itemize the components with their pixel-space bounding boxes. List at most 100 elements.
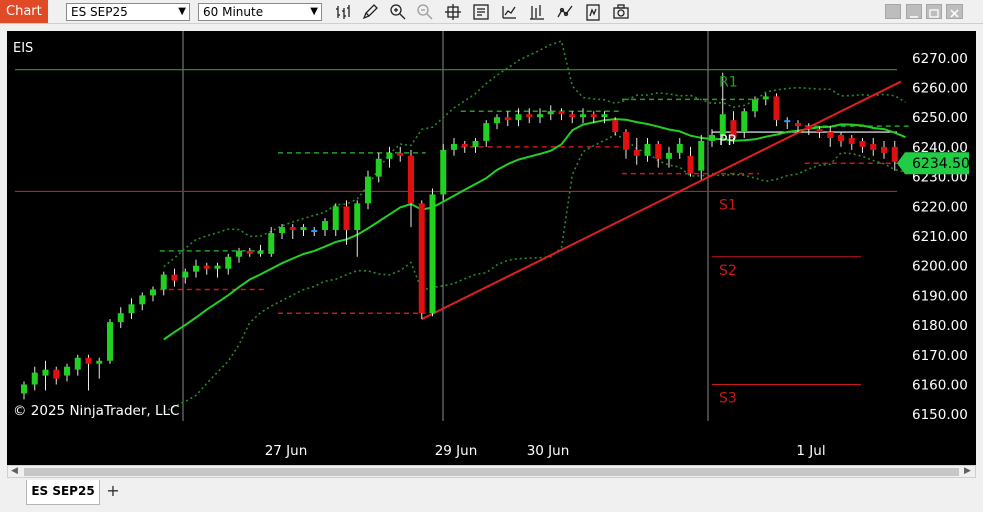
- x-axis-tick-label: 30 Jun: [527, 443, 570, 459]
- candle-body: [171, 274, 178, 281]
- candle-body: [408, 155, 414, 204]
- y-axis-tick-label: 6210.00: [912, 229, 968, 245]
- chart-window: Chart ES SEP25 ▼ 60 Minute ▼ R1 PP S1 S2…: [0, 0, 983, 512]
- candle-body: [590, 114, 597, 118]
- candle-body: [762, 96, 769, 100]
- candle-body: [827, 132, 834, 138]
- zoom-out-icon[interactable]: [415, 2, 435, 22]
- close-button[interactable]: [946, 4, 963, 19]
- candle-body: [203, 265, 210, 269]
- chart-window-label[interactable]: Chart: [0, 0, 48, 23]
- candle-body: [107, 322, 113, 361]
- candle-body: [859, 140, 866, 147]
- candle-body: [558, 111, 565, 115]
- candle-body: [655, 143, 662, 159]
- candle-body: [848, 137, 855, 144]
- chart-trader-icon[interactable]: [555, 2, 575, 22]
- x-axis-tick-label: 29 Jun: [435, 443, 478, 459]
- candle-body: [42, 369, 49, 376]
- bar-type-icon[interactable]: [333, 2, 353, 22]
- candle-body: [386, 152, 393, 159]
- pivot-r1-label: R1: [719, 75, 738, 91]
- interval-selector-value: 60 Minute: [203, 5, 264, 19]
- properties-icon[interactable]: [471, 2, 491, 22]
- chevron-down-icon: ▼: [310, 6, 318, 17]
- candle-body: [160, 274, 167, 290]
- candle-body: [322, 221, 328, 231]
- candle-body: [343, 206, 350, 231]
- candle-body: [279, 227, 285, 234]
- crosshair-icon[interactable]: [443, 2, 463, 22]
- maximize-button[interactable]: [926, 4, 942, 19]
- candle-body: [53, 369, 60, 379]
- chart-toolbar: Chart ES SEP25 ▼ 60 Minute ▼: [0, 0, 983, 24]
- data-box-icon[interactable]: [583, 2, 603, 22]
- scrollbar-thumb[interactable]: [24, 468, 959, 476]
- candle-body: [805, 126, 812, 130]
- candle-body: [784, 120, 791, 123]
- tab-es-sep25[interactable]: ES SEP25: [26, 480, 100, 505]
- x-axis-tick-label: 27 Jun: [265, 443, 308, 459]
- candle-body: [698, 140, 705, 171]
- price-chart[interactable]: R1PPS1S2S36270.006260.006250.006240.0062…: [7, 31, 976, 465]
- window-button-1[interactable]: [885, 4, 901, 19]
- candle-body: [580, 114, 586, 118]
- trend-line: [421, 80, 902, 321]
- candle-body: [881, 146, 887, 153]
- instrument-selector[interactable]: ES SEP25 ▼: [66, 3, 190, 21]
- pivot-s2-label: S2: [719, 263, 737, 279]
- candle-body: [537, 114, 543, 118]
- copyright-label: © 2025 NinjaTrader, LLC: [13, 403, 179, 419]
- horizontal-scrollbar[interactable]: ◀ ▶: [7, 465, 976, 478]
- candle-body: [483, 123, 490, 141]
- candle-body: [687, 155, 694, 174]
- candle-body: [666, 152, 672, 159]
- candle-body: [494, 117, 500, 124]
- candle-body: [128, 304, 135, 314]
- y-axis-tick-label: 6180.00: [912, 318, 968, 334]
- candle-body: [117, 313, 124, 323]
- candle-body: [526, 114, 533, 118]
- candle-body: [150, 289, 156, 296]
- candle-body: [64, 366, 70, 376]
- candle-body: [515, 114, 522, 121]
- upper-band-line: [163, 39, 906, 268]
- zoom-in-icon[interactable]: [388, 2, 408, 22]
- candle-body: [719, 114, 726, 136]
- candle-body: [418, 203, 425, 314]
- candle-body: [633, 149, 640, 156]
- candle-body: [612, 120, 619, 133]
- y-axis-tick-label: 6150.00: [912, 407, 968, 423]
- y-axis-tick-label: 6270.00: [912, 51, 968, 67]
- candle-body: [870, 143, 877, 150]
- y-axis-tick-label: 6200.00: [912, 259, 968, 275]
- indicators-icon[interactable]: [499, 2, 519, 22]
- scroll-right-icon[interactable]: ▶: [964, 466, 971, 477]
- snapshot-icon[interactable]: [611, 2, 631, 22]
- candle-body: [300, 227, 307, 231]
- interval-selector[interactable]: 60 Minute ▼: [198, 3, 322, 21]
- candle-body: [644, 143, 651, 156]
- candle-body: [31, 372, 38, 385]
- add-tab-button[interactable]: +: [102, 481, 124, 503]
- candle-body: [375, 158, 382, 177]
- candle-body: [225, 256, 232, 269]
- price-chart-panel[interactable]: R1 PP S1 S2 S3 6270.00 6260.00 6250.00 6240.00 62…: [7, 31, 976, 465]
- candle-body: [709, 135, 715, 141]
- instrument-tab-bar: ES SEP25 +: [0, 479, 983, 512]
- strategies-icon[interactable]: [527, 2, 547, 22]
- candle-body: [257, 250, 264, 254]
- draw-pencil-icon[interactable]: [360, 2, 380, 22]
- candle-body: [676, 143, 683, 153]
- minimize-button[interactable]: [906, 4, 922, 19]
- candle-body: [891, 146, 898, 162]
- candle-body: [311, 230, 318, 233]
- candle-body: [547, 111, 554, 115]
- candle-body: [773, 96, 780, 121]
- candle-body: [182, 271, 189, 278]
- instrument-label: EIS: [13, 41, 33, 56]
- y-axis-tick-label: 6250.00: [912, 110, 968, 126]
- candle-body: [246, 250, 253, 254]
- scroll-left-icon[interactable]: ◀: [11, 466, 18, 477]
- candle-body: [816, 129, 823, 133]
